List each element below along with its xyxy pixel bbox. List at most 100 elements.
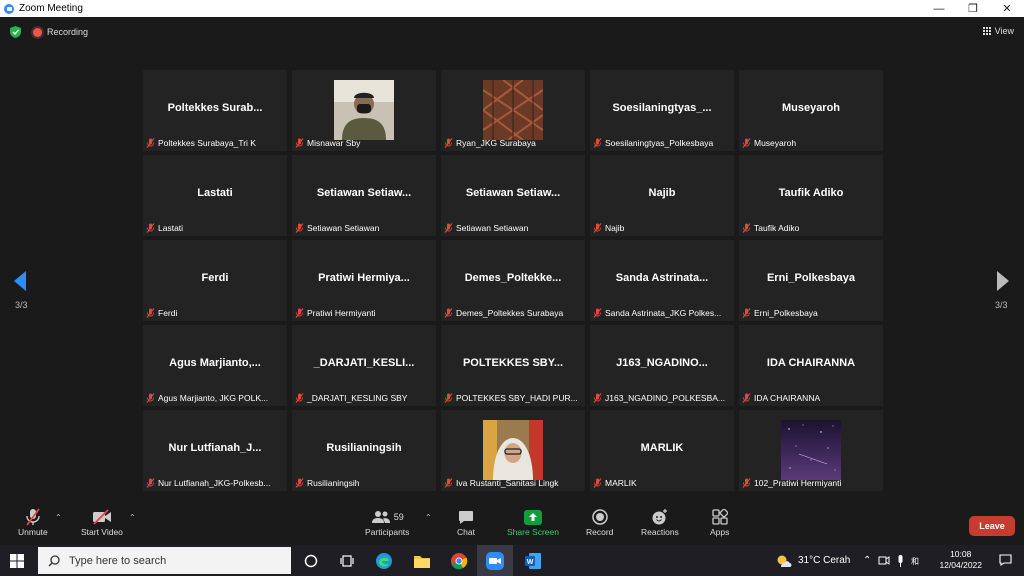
participant-tile[interactable]: POLTEKKES SBY... POLTEKKES SBY_HADI PUR..…	[441, 325, 585, 406]
weather-widget[interactable]: 31°C Cerah	[776, 545, 850, 576]
next-page-arrow-icon[interactable]	[996, 270, 1010, 292]
participant-tile[interactable]: Ryan_JKG Surabaya	[441, 70, 585, 151]
microphone-tray-icon[interactable]	[896, 554, 905, 567]
meeting-info-bar: Recording View	[0, 17, 1024, 47]
participant-tile[interactable]: Iva Rustanti_Sanitasi Lingk	[441, 410, 585, 491]
participant-tile[interactable]: Taufik Adiko Taufik Adiko	[739, 155, 883, 236]
apps-button[interactable]: Apps	[710, 507, 729, 537]
participant-tile[interactable]: Museyaroh Museyaroh	[739, 70, 883, 151]
participant-label: _DARJATI_KESLING SBY	[307, 392, 408, 403]
participant-display-name: Sanda Astrinata...	[615, 272, 709, 284]
cortana-icon[interactable]	[300, 550, 322, 572]
participant-name-bar: Demes_Poltekkes Surabaya	[444, 306, 582, 319]
page-indicator-left: 3/3	[15, 300, 28, 310]
view-label: View	[994, 26, 1014, 36]
participant-label: IDA CHAIRANNA	[754, 392, 821, 403]
participant-label: Rusilianingsih	[307, 477, 360, 488]
muted-mic-icon	[295, 222, 304, 233]
window-titlebar: Zoom Meeting — ❐ ✕	[0, 0, 1024, 17]
participant-display-name: Erni_Polkesbaya	[766, 272, 856, 284]
taskbar-search-box[interactable]: Type here to search	[38, 547, 291, 574]
reactions-button[interactable]: Reactions	[641, 507, 679, 537]
start-video-button[interactable]: Start Video	[81, 507, 123, 537]
notification-center-icon[interactable]	[999, 554, 1012, 566]
muted-mic-icon	[593, 477, 602, 488]
minimize-button[interactable]: —	[922, 0, 956, 17]
participant-name-bar: Lastati	[146, 221, 284, 234]
recording-dot-icon	[33, 27, 42, 37]
page-indicator-right: 3/3	[995, 300, 1008, 310]
participant-tile[interactable]: Nur Lutfianah_J... Nur Lutfianah_JKG-Polk…	[143, 410, 287, 491]
participant-tile[interactable]: Erni_Polkesbaya Erni_Polkesbaya	[739, 240, 883, 321]
participant-display-name: Taufik Adiko	[778, 187, 844, 199]
participant-tile[interactable]: Pratiwi Hermiya... Pratiwi Hermiyanti	[292, 240, 436, 321]
view-button[interactable]: View	[982, 26, 1014, 36]
participant-name-bar: Museyaroh	[742, 136, 880, 149]
show-hidden-icons-chevron-icon[interactable]: ⌃	[863, 555, 871, 566]
participant-tile[interactable]: IDA CHAIRANNA IDA CHAIRANNA	[739, 325, 883, 406]
participant-name-bar: POLTEKKES SBY_HADI PUR...	[444, 391, 582, 404]
participant-video	[482, 79, 544, 141]
windows-start-icon[interactable]	[10, 554, 24, 568]
participant-tile[interactable]: Ferdi Ferdi	[143, 240, 287, 321]
participant-tile[interactable]: Soesilaningtyas_... Soesilaningtyas_Polke…	[590, 70, 734, 151]
chrome-icon[interactable]	[448, 550, 470, 572]
muted-mic-icon	[295, 137, 304, 148]
participant-label: MARLIK	[605, 477, 637, 488]
participant-tile[interactable]: Sanda Astrinata... Sanda Astrinata_JKG Po…	[590, 240, 734, 321]
participant-tile[interactable]: Rusilianingsih Rusilianingsih	[292, 410, 436, 491]
participant-tile[interactable]: Demes_Poltekke... Demes_Poltekkes Surabay…	[441, 240, 585, 321]
muted-mic-icon	[295, 307, 304, 318]
participant-tile[interactable]: Setiawan Setiaw... Setiawan Setiawan	[292, 155, 436, 236]
record-button[interactable]: Record	[586, 507, 613, 537]
participant-tile[interactable]: MARLIK MARLIK	[590, 410, 734, 491]
leave-button[interactable]: Leave	[969, 516, 1015, 536]
participants-button[interactable]: 59 Participants	[365, 507, 409, 537]
chat-button[interactable]: Chat	[457, 507, 475, 537]
keyboard-language-icon[interactable]: 和	[911, 555, 925, 566]
participant-video	[781, 420, 841, 480]
share-screen-icon	[523, 509, 542, 525]
participant-label: Lastati	[158, 222, 184, 233]
task-view-icon[interactable]	[336, 550, 358, 572]
participant-tile[interactable]: Misnawar Sby	[292, 70, 436, 151]
participant-tile[interactable]: _DARJATI_KESLI... _DARJATI_KESLING SBY	[292, 325, 436, 406]
restore-button[interactable]: ❐	[956, 0, 990, 17]
participant-label: Agus Marjianto, JKG POLK...	[158, 392, 269, 403]
participant-tile[interactable]: Poltekkes Surab... Poltekkes Surabaya_Tri…	[143, 70, 287, 151]
file-explorer-icon[interactable]	[411, 550, 433, 572]
muted-mic-icon	[444, 222, 453, 233]
window-controls: — ❐ ✕	[922, 0, 1024, 17]
video-options-caret-icon[interactable]: ⌃	[129, 513, 136, 522]
participant-name-bar: Ryan_JKG Surabaya	[444, 136, 582, 149]
participant-tile[interactable]: Najib Najib	[590, 155, 734, 236]
audio-options-caret-icon[interactable]: ⌃	[55, 513, 62, 522]
muted-mic-icon	[146, 222, 155, 233]
zoom-logo-icon	[4, 3, 14, 14]
participant-tile[interactable]: Lastati Lastati	[143, 155, 287, 236]
previous-page-arrow-icon[interactable]	[13, 270, 27, 292]
recording-indicator[interactable]: Recording	[33, 27, 88, 37]
participant-label: Sanda Astrinata_JKG Polkes...	[605, 307, 722, 318]
participant-name-bar: Najib	[593, 221, 731, 234]
close-button[interactable]: ✕	[990, 0, 1024, 17]
participant-tile[interactable]: Agus Marjianto,... Agus Marjianto, JKG PO…	[143, 325, 287, 406]
taskbar-clock[interactable]: 10:08 12/04/2022	[939, 549, 982, 571]
unmute-button[interactable]: Unmute	[18, 507, 48, 537]
participant-tile[interactable]: J163_NGADINO... J163_NGADINO_POLKESBA...	[590, 325, 734, 406]
participant-name-bar: _DARJATI_KESLING SBY	[295, 391, 433, 404]
participants-options-caret-icon[interactable]: ⌃	[425, 513, 432, 522]
meet-now-icon[interactable]	[878, 555, 890, 566]
participant-tile[interactable]: Setiawan Setiaw... Setiawan Setiawan	[441, 155, 585, 236]
zoom-taskbar-icon[interactable]	[477, 545, 513, 576]
video-off-icon	[92, 509, 111, 525]
participant-tile[interactable]: 102_Pratiwi Hermiyanti	[739, 410, 883, 491]
edge-browser-icon[interactable]	[373, 550, 395, 572]
reactions-label: Reactions	[641, 527, 679, 537]
word-icon[interactable]: W	[522, 550, 544, 572]
encryption-shield-icon[interactable]	[10, 26, 21, 38]
participant-display-name: MARLIK	[640, 442, 684, 454]
share-screen-button[interactable]: Share Screen	[507, 507, 559, 537]
participant-display-name: _DARJATI_KESLI...	[313, 357, 415, 369]
participant-label: Erni_Polkesbaya	[754, 307, 818, 318]
